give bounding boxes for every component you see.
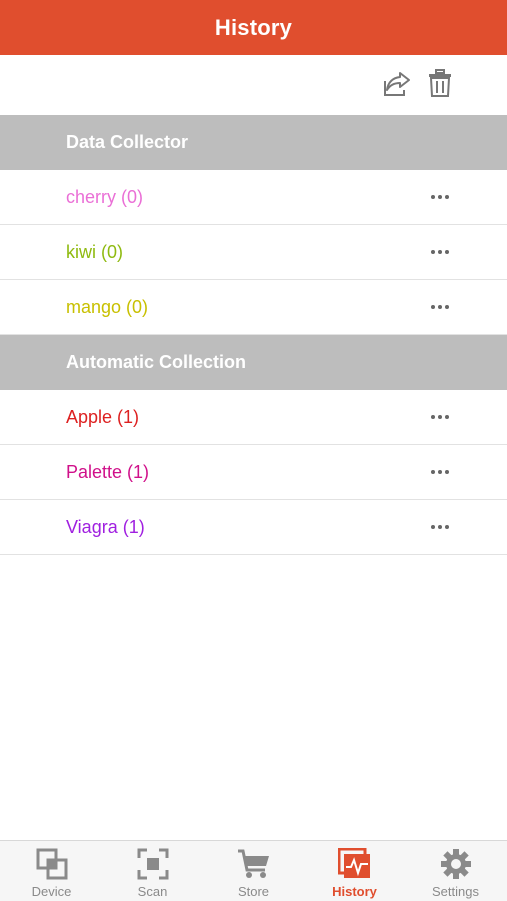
more-options-button[interactable] — [425, 187, 455, 207]
scan-icon — [136, 847, 170, 881]
list-item-label: cherry (0) — [66, 186, 144, 207]
list-item-label: Apple (1) — [66, 406, 140, 427]
list-item-label: mango (0) — [66, 296, 149, 317]
list-item-label: kiwi (0) — [66, 241, 123, 262]
more-options-button[interactable] — [425, 517, 455, 537]
page-title: History — [214, 14, 293, 40]
list-item[interactable]: kiwi (0) — [0, 225, 507, 280]
tab-label: Store — [237, 884, 270, 899]
tab-store[interactable]: Store — [203, 841, 304, 901]
tab-label: Settings — [432, 884, 479, 899]
section-title: Data Collector — [66, 132, 189, 152]
more-icon — [431, 470, 449, 474]
share-button[interactable] — [381, 69, 413, 101]
more-options-button[interactable] — [425, 297, 455, 317]
tab-bar: Device Scan Store History Settings — [0, 840, 507, 901]
app-header: History — [0, 0, 507, 55]
trash-icon — [428, 68, 452, 102]
more-icon — [431, 195, 449, 199]
list-item[interactable]: mango (0) — [0, 280, 507, 335]
list-item[interactable]: Palette (1) — [0, 445, 507, 500]
more-icon — [431, 305, 449, 309]
gear-icon — [439, 847, 473, 881]
list-item-label: Viagra (1) — [66, 516, 145, 537]
list-item-label: Palette (1) — [66, 461, 150, 482]
more-options-button[interactable] — [425, 242, 455, 262]
section-title: Automatic Collection — [66, 352, 247, 372]
tab-device[interactable]: Device — [1, 841, 102, 901]
tab-label: Scan — [137, 884, 168, 899]
more-options-button[interactable] — [425, 462, 455, 482]
more-options-button[interactable] — [425, 407, 455, 427]
more-icon — [431, 415, 449, 419]
share-icon — [382, 69, 412, 102]
device-icon — [35, 847, 69, 881]
tab-settings[interactable]: Settings — [405, 841, 506, 901]
tab-label: History — [332, 884, 377, 899]
list-item[interactable]: cherry (0) — [0, 170, 507, 225]
list-item[interactable]: Viagra (1) — [0, 500, 507, 555]
cart-icon — [237, 847, 271, 881]
history-icon — [337, 847, 372, 881]
section-header-automatic-collection: Automatic Collection — [0, 335, 507, 390]
more-icon — [431, 250, 449, 254]
tab-history[interactable]: History — [304, 841, 405, 901]
delete-button[interactable] — [424, 68, 456, 102]
section-header-data-collector: Data Collector — [0, 115, 507, 170]
tab-label: Device — [31, 884, 72, 899]
more-icon — [431, 525, 449, 529]
toolbar — [0, 55, 507, 115]
list-item[interactable]: Apple (1) — [0, 390, 507, 445]
tab-scan[interactable]: Scan — [102, 841, 203, 901]
